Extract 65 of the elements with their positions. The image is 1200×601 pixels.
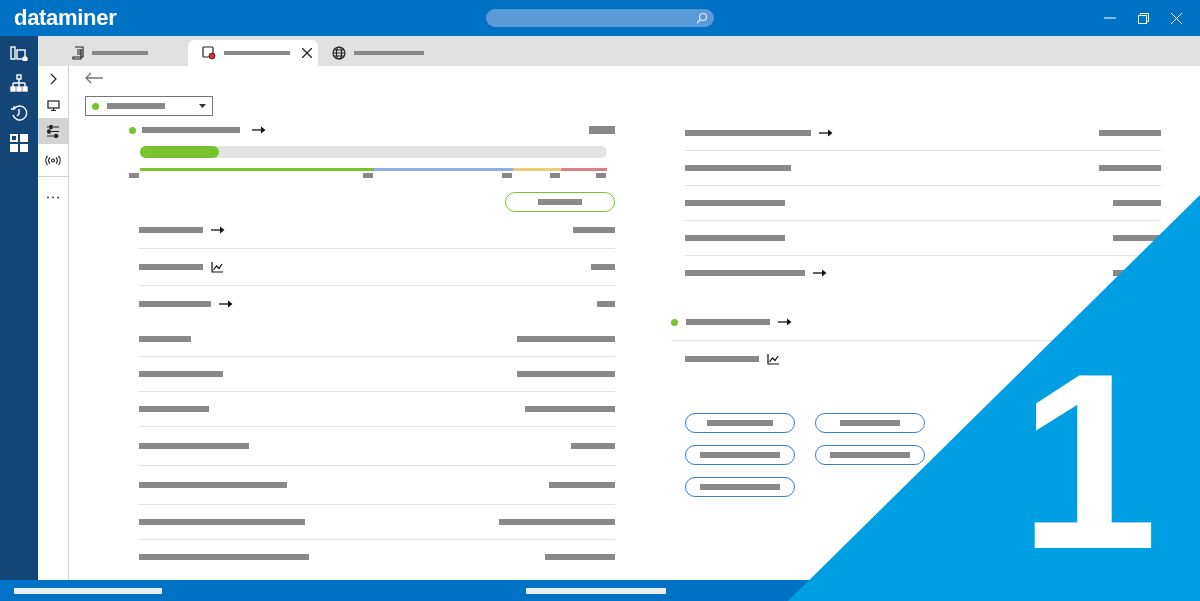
antenna-icon[interactable] [45, 154, 61, 166]
search-field[interactable] [486, 9, 714, 27]
action-button[interactable] [815, 445, 925, 465]
back-arrow-icon[interactable] [85, 72, 103, 84]
arrow-right-icon[interactable] [819, 129, 833, 137]
text-placeholder [840, 420, 900, 426]
tab[interactable] [188, 40, 318, 66]
history-icon[interactable] [10, 104, 28, 122]
nav-item[interactable] [38, 118, 68, 144]
chevron-right-icon[interactable] [49, 73, 57, 85]
text-placeholder [354, 51, 424, 55]
action-button[interactable] [685, 445, 795, 465]
restore-icon[interactable] [1138, 12, 1149, 24]
text-placeholder [571, 443, 615, 449]
text-placeholder [596, 173, 606, 178]
text-placeholder [139, 301, 211, 307]
close-icon[interactable] [302, 48, 312, 58]
text-placeholder [139, 227, 203, 233]
text-placeholder [139, 336, 191, 342]
text-placeholder [1113, 200, 1161, 206]
trend-chart-icon[interactable] [767, 353, 779, 365]
globe-icon [332, 46, 346, 60]
arrow-right-icon[interactable] [211, 226, 225, 234]
text-placeholder [573, 227, 615, 233]
text-placeholder [589, 126, 615, 134]
arrow-right-icon[interactable] [778, 318, 792, 326]
more-icon[interactable] [46, 195, 60, 199]
text-placeholder [1099, 165, 1161, 171]
app-logo: dataminer [14, 5, 118, 31]
scroll-icon [72, 46, 84, 60]
text-placeholder [597, 301, 615, 307]
text-placeholder [550, 173, 560, 178]
text-placeholder [538, 199, 582, 205]
action-button[interactable] [685, 413, 795, 433]
action-button[interactable] [505, 192, 615, 212]
action-button[interactable] [815, 413, 925, 433]
text-placeholder [591, 264, 615, 270]
element-alarm-icon [202, 46, 216, 60]
action-button[interactable] [685, 477, 795, 497]
text-placeholder [502, 173, 512, 178]
text-placeholder [107, 103, 165, 109]
text-placeholder [545, 554, 615, 560]
text-placeholder [1099, 130, 1161, 136]
text-placeholder [139, 406, 209, 412]
corner-number: 1 [1018, 337, 1158, 587]
text-placeholder [549, 482, 615, 488]
status-dropdown[interactable] [85, 96, 213, 116]
text-placeholder [92, 51, 148, 55]
text-placeholder [139, 264, 203, 270]
arrow-right-icon[interactable] [252, 126, 266, 134]
sliders-icon[interactable] [46, 124, 60, 138]
search-icon [696, 12, 708, 24]
text-placeholder [224, 51, 290, 55]
arrow-right-icon[interactable] [813, 269, 827, 277]
monitor-icon[interactable] [46, 99, 60, 111]
text-placeholder [707, 420, 773, 426]
trend-chart-icon[interactable] [211, 261, 223, 273]
text-placeholder [1113, 235, 1161, 241]
hierarchy-icon[interactable] [10, 74, 28, 92]
dropdown-caret-icon [199, 104, 206, 108]
text-placeholder [363, 173, 373, 178]
apps-icon[interactable] [10, 45, 28, 61]
text-placeholder [129, 173, 139, 178]
arrow-right-icon[interactable] [219, 300, 233, 308]
dashboard-icon[interactable] [10, 134, 28, 152]
